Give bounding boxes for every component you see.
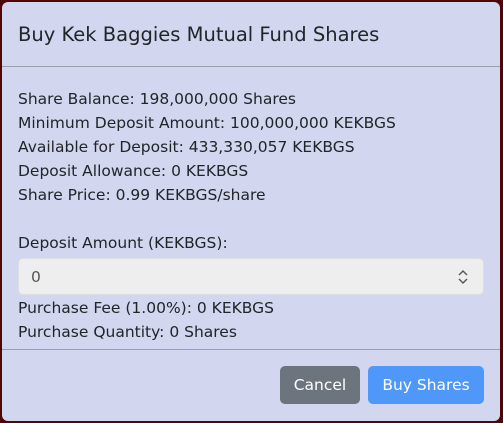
available-for-deposit: Available for Deposit: 433,330,057 KEKBG… <box>18 138 355 156</box>
deposit-amount-label: Deposit Amount (KEKBGS): <box>18 234 228 252</box>
share-balance: Share Balance: 198,000,000 Shares <box>18 90 296 108</box>
purchase-quantity: Purchase Quantity: 0 Shares <box>18 323 237 341</box>
minimum-deposit: Minimum Deposit Amount: 100,000,000 KEKB… <box>18 114 396 132</box>
buy-shares-button[interactable]: Buy Shares <box>368 366 484 404</box>
deposit-amount-field[interactable] <box>18 258 484 295</box>
deposit-allowance: Deposit Allowance: 0 KEKBGS <box>18 162 249 180</box>
deposit-amount-input[interactable] <box>19 259 483 294</box>
modal-footer: Cancel Buy Shares <box>2 350 500 420</box>
purchase-fee: Purchase Fee (1.00%): 0 KEKBGS <box>18 299 274 317</box>
up-down-stepper-icon[interactable] <box>457 268 469 286</box>
cancel-button[interactable]: Cancel <box>280 366 360 404</box>
buy-shares-modal: Buy Kek Baggies Mutual Fund Shares Share… <box>2 2 500 421</box>
modal-header: Buy Kek Baggies Mutual Fund Shares <box>2 2 500 67</box>
modal-title: Buy Kek Baggies Mutual Fund Shares <box>18 22 380 46</box>
share-price: Share Price: 0.99 KEKBGS/share <box>18 186 266 204</box>
modal-body: Share Balance: 198,000,000 Shares Minimu… <box>2 67 500 350</box>
